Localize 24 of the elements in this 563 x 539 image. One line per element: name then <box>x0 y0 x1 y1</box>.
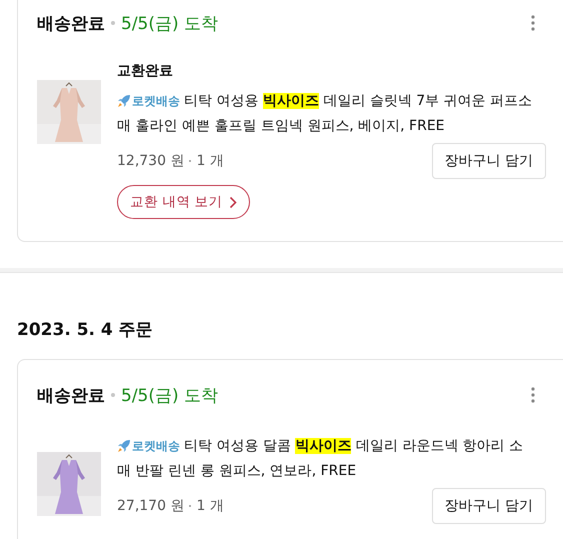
price: 27,170 원 <box>117 497 184 515</box>
price: 12,730 원 <box>117 152 184 170</box>
quantity: 1 개 <box>196 497 224 515</box>
arrival-date: 5/5(금) 도착 <box>121 384 218 406</box>
separator-dot <box>189 160 192 162</box>
separator-dot <box>189 505 192 507</box>
delivery-status: 배송완료 <box>37 12 105 34</box>
add-to-cart-button[interactable]: 장바구니 담기 <box>432 488 546 524</box>
separator-dot <box>111 393 115 397</box>
rocket-delivery-label: 로켓배송 <box>132 93 180 110</box>
arrival-date: 5/5(금) 도착 <box>121 12 218 34</box>
quantity: 1 개 <box>196 152 224 170</box>
delivery-status: 배송완료 <box>37 384 105 406</box>
chevron-right-icon <box>228 196 237 208</box>
rocket-icon <box>117 439 131 453</box>
rocket-delivery-label: 로켓배송 <box>132 438 180 455</box>
separator-dot <box>111 21 115 25</box>
exchange-history-link[interactable]: 교환 내역 보기 <box>117 185 250 219</box>
exchange-status: 교환완료 <box>117 62 174 80</box>
more-options-icon[interactable] <box>531 387 535 403</box>
rocket-icon <box>117 94 131 108</box>
order-date-heading: 2023. 5. 4 주문 <box>17 319 154 342</box>
add-to-cart-button[interactable]: 장바구니 담기 <box>432 143 546 179</box>
more-options-icon[interactable] <box>531 15 535 31</box>
